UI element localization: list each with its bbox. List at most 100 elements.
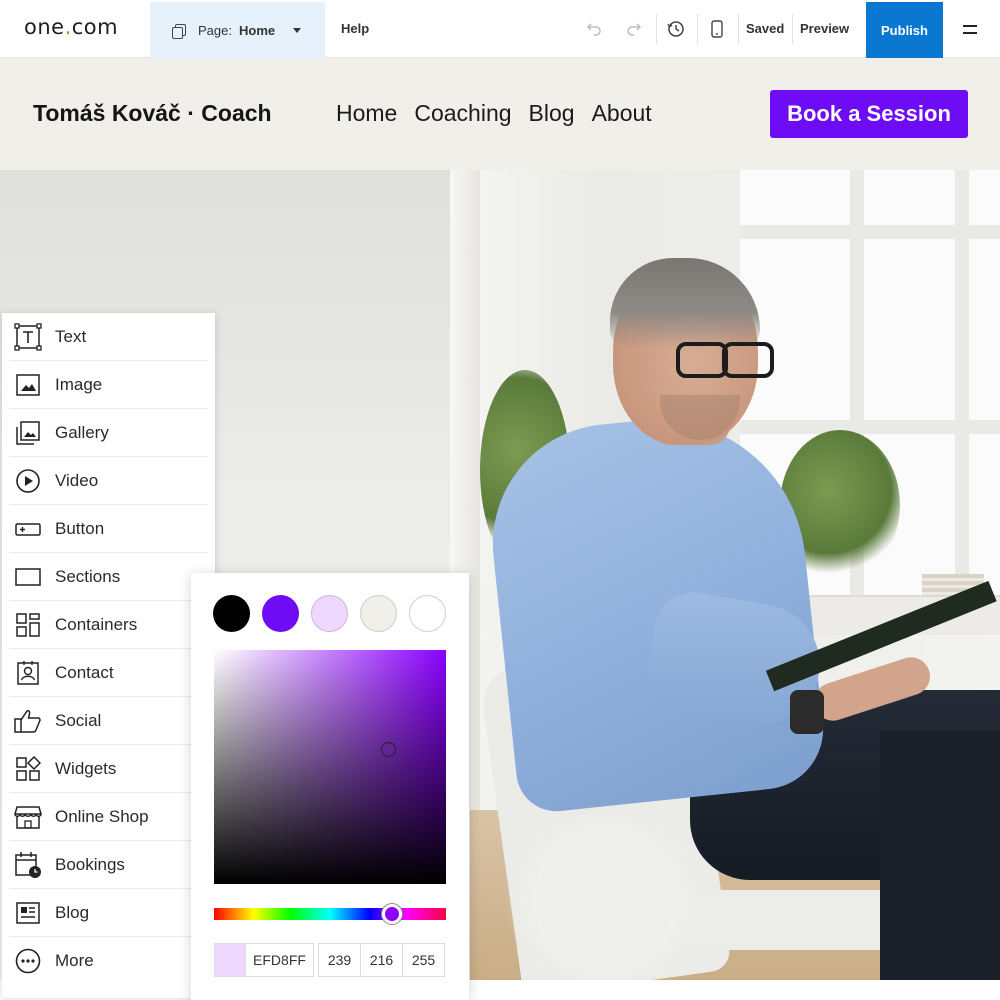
text-icon bbox=[14, 322, 42, 351]
site-header[interactable]: Tomáš Kováč · Coach Home Coaching Blog A… bbox=[0, 58, 1000, 170]
panel-item-label: Widgets bbox=[55, 758, 117, 778]
panel-item-social[interactable]: Social bbox=[9, 697, 208, 745]
red-input[interactable]: 239 bbox=[318, 943, 361, 977]
swatch-purple[interactable] bbox=[262, 595, 299, 632]
panel-item-label: Containers bbox=[55, 614, 138, 634]
publish-button[interactable]: Publish bbox=[866, 2, 943, 58]
undo-button[interactable] bbox=[581, 16, 607, 42]
history-button[interactable] bbox=[663, 16, 689, 42]
redo-button[interactable] bbox=[621, 16, 647, 42]
panel-item-video[interactable]: Video bbox=[9, 457, 208, 505]
swatch-black[interactable] bbox=[213, 595, 250, 632]
logo-dot: . bbox=[64, 15, 72, 39]
hex-input[interactable]: EFD8FF bbox=[245, 943, 314, 977]
contact-icon bbox=[14, 659, 42, 687]
window-mullion bbox=[740, 225, 1000, 239]
panel-item-label: Image bbox=[55, 374, 103, 394]
panel-item-label: Social bbox=[55, 710, 102, 730]
toolbar-divider bbox=[656, 14, 657, 44]
panel-item-label: Text bbox=[55, 326, 87, 346]
gallery-icon bbox=[14, 419, 42, 447]
hue-slider[interactable] bbox=[214, 904, 446, 924]
swatch-lavender[interactable] bbox=[311, 595, 348, 632]
panel-item-containers[interactable]: Containers bbox=[9, 601, 208, 649]
panel-item-widgets[interactable]: Widgets bbox=[9, 745, 208, 793]
panel-item-label: Online Shop bbox=[55, 806, 149, 826]
logo-text: one bbox=[24, 15, 65, 39]
help-button[interactable]: Help bbox=[341, 21, 369, 36]
widgets-icon bbox=[14, 755, 42, 783]
blog-icon bbox=[14, 899, 42, 927]
more-icon bbox=[14, 947, 42, 975]
history-icon bbox=[667, 21, 684, 37]
nav-item-home[interactable]: Home bbox=[336, 100, 397, 127]
image-icon bbox=[14, 371, 42, 399]
green-input[interactable]: 216 bbox=[360, 943, 403, 977]
book-session-button[interactable]: Book a Session bbox=[770, 90, 968, 138]
mobile-view-button[interactable] bbox=[704, 16, 730, 42]
current-color-chip bbox=[214, 943, 246, 977]
menu-line bbox=[963, 25, 977, 27]
hamburger-menu-button[interactable] bbox=[963, 25, 977, 34]
panel-item-button[interactable]: Button bbox=[9, 505, 208, 553]
social-icon bbox=[14, 707, 42, 735]
current-page-name: Home bbox=[238, 22, 276, 38]
panel-item-contact[interactable]: Contact bbox=[9, 649, 208, 697]
panel-item-text[interactable]: Text bbox=[9, 313, 208, 361]
page-selector[interactable]: Page: Home bbox=[150, 2, 325, 58]
site-brand[interactable]: Tomáš Kováč · Coach bbox=[33, 100, 272, 127]
bookings-icon bbox=[14, 851, 42, 879]
panel-item-blog[interactable]: Blog bbox=[9, 889, 208, 937]
mobile-icon bbox=[711, 20, 723, 38]
saturation-handle[interactable] bbox=[381, 742, 396, 757]
blue-input[interactable]: 255 bbox=[402, 943, 445, 977]
color-picker-popover: EFD8FF 239 216 255 bbox=[191, 573, 469, 1000]
nav-item-about[interactable]: About bbox=[592, 100, 652, 127]
panel-item-more[interactable]: More bbox=[9, 937, 208, 985]
window-mullion bbox=[740, 420, 1000, 434]
panel-item-label: Contact bbox=[55, 662, 114, 682]
panel-item-image[interactable]: Image bbox=[9, 361, 208, 409]
saturation-value-area[interactable] bbox=[214, 650, 446, 884]
panel-item-label: Gallery bbox=[55, 422, 109, 442]
panel-item-label: Button bbox=[55, 518, 105, 538]
swatch-beige[interactable] bbox=[360, 595, 397, 632]
toolbar-divider bbox=[738, 14, 739, 44]
button-icon bbox=[14, 515, 42, 543]
photo-watch bbox=[790, 690, 824, 734]
add-elements-panel: Text Image Gallery Video Button Sections… bbox=[2, 313, 215, 998]
redo-icon bbox=[627, 23, 642, 36]
containers-icon bbox=[14, 611, 42, 639]
panel-item-sections[interactable]: Sections bbox=[9, 553, 208, 601]
panel-item-label: Blog bbox=[55, 902, 90, 922]
panel-item-online-shop[interactable]: Online Shop bbox=[9, 793, 208, 841]
photo-person-hair bbox=[610, 258, 760, 348]
logo-suffix: com bbox=[71, 15, 119, 39]
panel-item-label: More bbox=[55, 951, 94, 970]
hue-slider-handle[interactable] bbox=[382, 904, 402, 924]
menu-line bbox=[963, 32, 977, 34]
swatch-white[interactable] bbox=[409, 595, 446, 632]
panel-item-label: Sections bbox=[55, 566, 121, 586]
preview-button[interactable]: Preview bbox=[800, 21, 849, 36]
video-icon bbox=[14, 467, 42, 495]
site-navigation: Home Coaching Blog About bbox=[336, 100, 652, 127]
nav-item-blog[interactable]: Blog bbox=[529, 100, 575, 127]
toolbar-divider bbox=[792, 14, 793, 44]
editor-toolbar: one. com Page: Home Help Saved Preview Pu… bbox=[0, 0, 1000, 58]
panel-item-bookings[interactable]: Bookings bbox=[9, 841, 208, 889]
pages-icon bbox=[172, 23, 186, 39]
shop-icon bbox=[14, 803, 42, 831]
photo-person-legs bbox=[880, 730, 1000, 980]
onecom-logo[interactable]: one. com bbox=[24, 15, 118, 39]
panel-item-label: Video bbox=[55, 470, 99, 490]
undo-icon bbox=[586, 23, 601, 36]
panel-item-label: Bookings bbox=[55, 854, 125, 874]
saved-status: Saved bbox=[746, 21, 785, 36]
photo-glasses bbox=[722, 342, 774, 378]
nav-item-coaching[interactable]: Coaching bbox=[414, 100, 511, 127]
color-value-fields: EFD8FF 239 216 255 bbox=[214, 943, 445, 977]
photo-foreground-blur bbox=[520, 820, 690, 980]
photo-glasses bbox=[676, 342, 728, 378]
panel-item-gallery[interactable]: Gallery bbox=[9, 409, 208, 457]
